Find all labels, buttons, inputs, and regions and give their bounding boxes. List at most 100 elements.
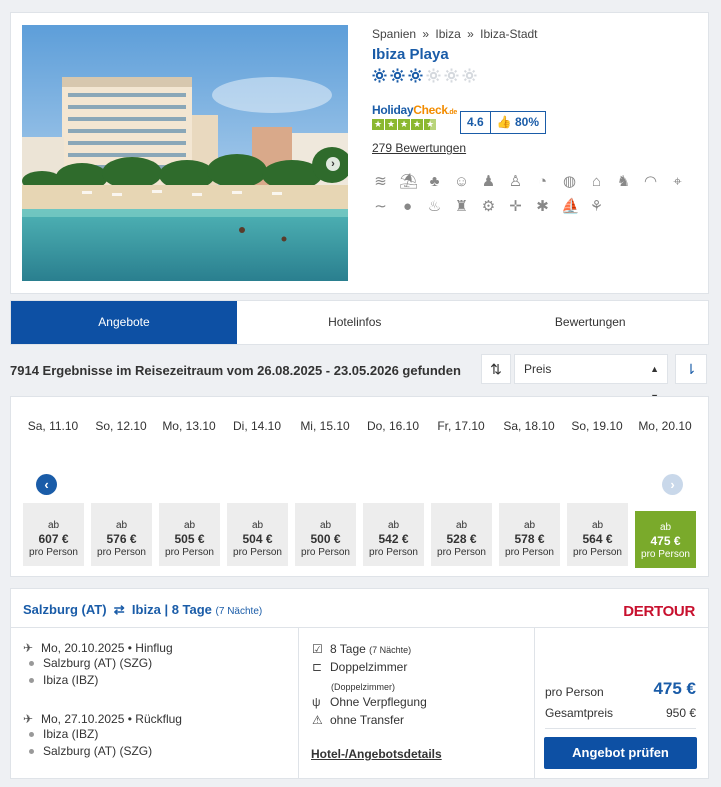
return-flight: ✈ Mo, 27.10.2025 • Rückflug Ibiza (IBZ) S…	[23, 712, 182, 760]
calendar-day-label: So, 19.10	[571, 419, 623, 433]
calendar-day-label: Mo, 20.10	[638, 419, 692, 433]
breadcrumb-region[interactable]: Ibiza	[435, 27, 460, 41]
room-type-value: Doppelzimmer	[330, 660, 408, 674]
price-prefix: ab	[319, 520, 332, 531]
swap-arrows-icon: ⇄	[110, 602, 129, 617]
calendar-check-icon: ☑	[312, 642, 323, 656]
hotel-photo[interactable]: ›	[22, 25, 348, 281]
star-icon: ★	[385, 119, 397, 130]
price-value: 504 €	[242, 532, 273, 546]
board-type-value: Ohne Verpflegung	[330, 695, 427, 709]
calendar-day-label: Mo, 13.10	[162, 419, 216, 433]
room-type: ⊏ Doppelzimmer	[312, 660, 407, 674]
plane-departure-icon: ✈	[23, 641, 34, 655]
calendar-price-box[interactable]: ab 504 € pro Person	[227, 503, 288, 566]
calendar-price-box[interactable]: ab 475 € pro Person	[635, 511, 696, 568]
price-suffix: pro Person	[165, 547, 214, 558]
board-type: ψ Ohne Verpflegung	[312, 695, 427, 709]
price-suffix: pro Person	[437, 547, 486, 558]
star-icon: ★	[398, 119, 410, 130]
plane-arrival-icon: ✈	[23, 712, 34, 726]
bed-icon: ⊏	[312, 660, 323, 674]
wifi-icon: ◠	[643, 173, 658, 190]
price-prefix: ab	[523, 520, 536, 531]
check-offer-button[interactable]: Angebot prüfen	[544, 737, 697, 769]
tab-bar: Angebote Hotelinfos Bewertungen	[10, 300, 709, 345]
sort-order-button[interactable]: ⇂	[675, 354, 707, 384]
calendar-price-box[interactable]: ab 607 € pro Person	[23, 503, 84, 566]
water-aerobics-icon: ≋	[374, 173, 387, 190]
animation-icon: ☺	[453, 173, 470, 190]
sort-direction-icon[interactable]: ⇅	[481, 354, 511, 384]
photo-next-button[interactable]: ›	[326, 157, 340, 171]
price-prefix: ab	[183, 520, 196, 531]
tab-hotelinfos[interactable]: Hotelinfos	[237, 301, 473, 344]
calendar-price-box[interactable]: ab 578 € pro Person	[499, 503, 560, 566]
outbound-to: Ibiza (IBZ)	[29, 672, 173, 689]
breadcrumb-country[interactable]: Spanien	[372, 27, 416, 41]
price-value: 578 €	[514, 532, 545, 546]
sort-select[interactable]: Preis ▲▼	[514, 354, 668, 402]
sun-empty-icon	[462, 68, 477, 83]
calendar-next-button[interactable]: ›	[662, 474, 683, 495]
price-suffix: pro Person	[505, 547, 554, 558]
per-person-price: 475 €	[653, 679, 696, 698]
price-value: 505 €	[174, 532, 205, 546]
warning-icon: ⚠	[312, 713, 323, 727]
breadcrumb-city[interactable]: Ibiza-Stadt	[480, 27, 537, 41]
calendar-price-box[interactable]: ab 576 € pro Person	[91, 503, 152, 566]
calendar-price-box[interactable]: ab 542 € pro Person	[363, 503, 424, 566]
per-person-label: pro Person	[545, 685, 604, 699]
star-icon: ★	[411, 119, 423, 130]
calendar-day-label: Di, 14.10	[232, 419, 282, 433]
palm-beach-icon: ♣	[429, 173, 440, 190]
sun-icon	[390, 68, 405, 83]
stay-duration: ☑ 8 Tage (7 Nächte)	[312, 642, 411, 656]
star-half-icon: ★	[424, 119, 436, 130]
holidaycheck-logo-suffix: .de	[447, 109, 458, 116]
calendar-day-label: Mi, 15.10	[300, 419, 350, 433]
route-separator: |	[164, 602, 172, 617]
holidaycheck-logo-check: Check	[413, 103, 448, 117]
dart-icon: ✛	[509, 198, 522, 215]
globe-icon: ◍	[562, 173, 577, 190]
amenities-grid: ≋ ⛱ ♣ ☺ ♟ ♙ ◔ ◍ ⌂ ♞ ◠ ⌖ ∼ ● ♨ ♜ ⚙ ✛ ✱ ⛵ ⚘	[372, 173, 702, 215]
offer-details-link[interactable]: Hotel-/Angebotsdetails	[311, 747, 442, 761]
calendar-price-box[interactable]: ab 500 € pro Person	[295, 503, 356, 566]
calendar-price-box[interactable]: ab 505 € pro Person	[159, 503, 220, 566]
sun-icon	[408, 68, 423, 83]
hotel-card: › Spanien » Ibiza » Ibiza-Stadt Ibiza Pl…	[10, 12, 709, 294]
price-prefix: ab	[47, 520, 60, 531]
divider	[11, 627, 708, 628]
return-from: Ibiza (IBZ)	[29, 726, 182, 743]
calendar-day-label: Sa, 11.10	[27, 419, 79, 433]
tab-angebote[interactable]: Angebote	[11, 301, 237, 344]
price-suffix: pro Person	[573, 547, 622, 558]
sun-rating	[372, 68, 477, 83]
reviews-link[interactable]: 279 Bewertungen	[372, 141, 466, 155]
total-price: 950 €	[665, 706, 696, 720]
outbound-from: Salzburg (AT) (SZG)	[29, 655, 173, 672]
return-type: • Rückflug	[127, 712, 182, 726]
hotel-name[interactable]: Ibiza Playa	[372, 46, 449, 63]
family-icon: ♙	[508, 173, 523, 190]
holidaycheck-logo: HolidayCheck.de ★ ★ ★ ★ ★	[372, 103, 457, 130]
sort-select-value: Preis	[524, 362, 552, 376]
calendar-day-label: Fr, 17.10	[437, 419, 485, 433]
price-value: 475 €	[650, 534, 681, 548]
fitness-icon: ♜	[454, 198, 469, 215]
tab-bewertungen[interactable]: Bewertungen	[473, 301, 709, 344]
sun-icon	[372, 68, 387, 83]
calendar-price-box[interactable]: ab 528 € pro Person	[431, 503, 492, 566]
calendar-prev-button[interactable]: ‹	[36, 474, 57, 495]
total-label: Gesamtpreis	[545, 706, 614, 720]
holidaycheck-recommend: 👍 80%	[489, 112, 545, 133]
price-suffix: pro Person	[97, 547, 146, 558]
transfer-info: ⚠ ohne Transfer	[312, 713, 404, 727]
price-prefix: ab	[387, 520, 400, 531]
price-suffix: pro Person	[233, 547, 282, 558]
calendar-price-box[interactable]: ab 564 € pro Person	[567, 503, 628, 566]
calendar-day-label: Do, 16.10	[366, 419, 420, 433]
sun-empty-icon	[426, 68, 441, 83]
return-date: Mo, 27.10.2025	[41, 712, 125, 726]
